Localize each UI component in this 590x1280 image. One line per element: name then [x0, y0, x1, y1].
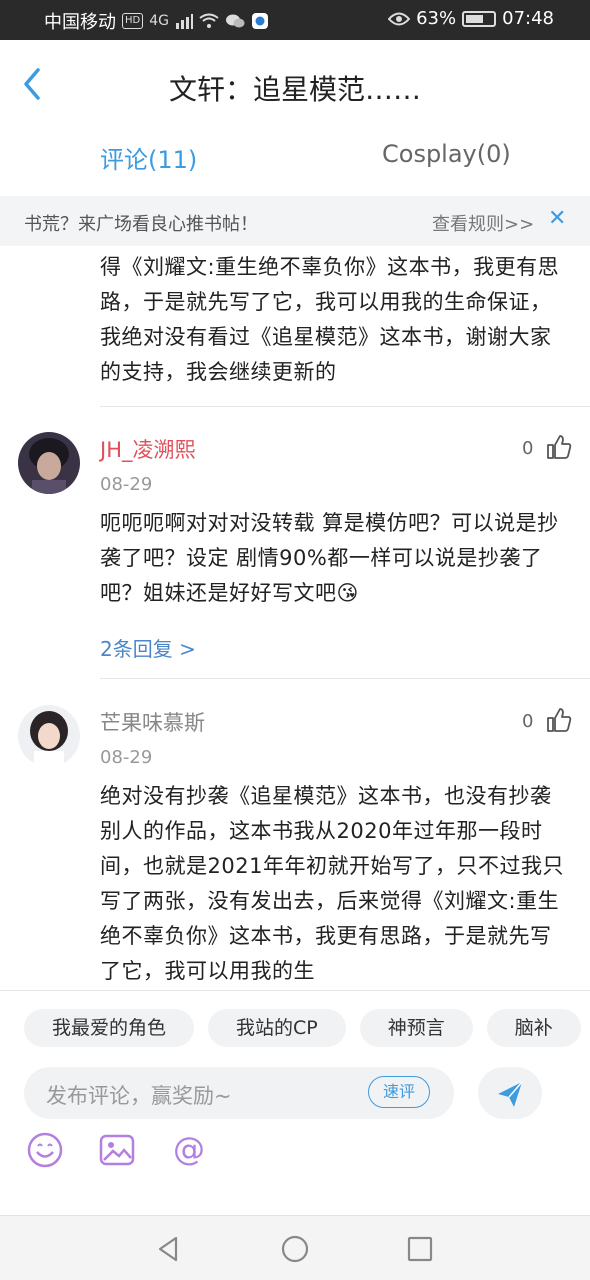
comment-feed[interactable]: 得《刘耀文:重生绝不辜负你》这本书，我更有思路，于是就先写了它，我可以用我的生命…: [0, 246, 590, 990]
topic-chip[interactable]: 神预言: [359, 1009, 473, 1047]
comment-date: 08-29: [100, 474, 153, 495]
app-icon: [252, 13, 268, 29]
close-icon[interactable]: ✕: [548, 206, 566, 231]
mention-icon[interactable]: @: [170, 1131, 208, 1169]
divider: [100, 406, 590, 407]
image-icon[interactable]: [98, 1131, 136, 1169]
comment-date: 08-29: [100, 747, 153, 768]
tab-cosplay[interactable]: Cosplay(0): [382, 140, 511, 168]
notice-banner: 书荒？来广场看良心推书帖！ 查看规则>> ✕: [0, 196, 590, 246]
status-bar: 中国移动 HD 4G 63% 07:48: [0, 0, 590, 40]
battery-percent: 63%: [416, 8, 457, 29]
avatar[interactable]: [18, 705, 80, 767]
thumbs-up-icon[interactable]: [546, 707, 572, 733]
comment-text: 绝对没有抄袭《追星模范》这本书，也没有抄袭别人的作品，这本书我从2020年过年那…: [100, 784, 564, 983]
nav-back-icon[interactable]: [154, 1234, 184, 1264]
comment-username[interactable]: 芒果味慕斯: [100, 707, 205, 737]
clock: 07:48: [502, 8, 554, 29]
view-rules-link[interactable]: 查看规则>>: [432, 210, 534, 236]
compose-toolbar: @: [26, 1131, 208, 1169]
topic-chip-row[interactable]: 我最爱的角色 我站的CP 神预言 脑补: [24, 1009, 590, 1049]
like-count: 0: [522, 711, 534, 732]
send-icon: [498, 1081, 523, 1107]
signal-icon: [176, 14, 193, 29]
tab-comments[interactable]: 评论(11): [100, 140, 197, 175]
emoji-icon[interactable]: [26, 1131, 64, 1169]
wifi-icon: [199, 13, 219, 28]
comment-input[interactable]: 发布评论，赢奖励~ 速评: [24, 1067, 454, 1119]
tab-bar: 评论(11) Cosplay(0): [0, 130, 590, 196]
comment-text-continued: 得《刘耀文:重生绝不辜负你》这本书，我更有思路，于是就先写了它，我可以用我的生命…: [100, 255, 560, 384]
comment-input-placeholder: 发布评论，赢奖励~: [46, 1084, 232, 1108]
notice-text[interactable]: 书荒？来广场看良心推书帖！: [24, 210, 258, 236]
system-nav-bar: [0, 1215, 590, 1280]
svg-text:@: @: [173, 1131, 205, 1168]
thumbs-up-icon[interactable]: [546, 434, 572, 460]
view-replies-link[interactable]: 2条回复 >: [100, 633, 196, 662]
hd-icon: HD: [122, 13, 144, 29]
quick-comment-button[interactable]: 速评: [368, 1076, 431, 1108]
eye-icon: [388, 12, 411, 25]
back-chevron-icon[interactable]: [18, 66, 48, 102]
carrier-name: 中国移动: [44, 12, 116, 33]
like-count: 0: [522, 438, 534, 459]
wechat-icon: [226, 14, 245, 28]
nav-recents-icon[interactable]: [405, 1234, 435, 1264]
avatar[interactable]: [18, 432, 80, 494]
page-title: 文轩：追星模范……: [168, 73, 421, 106]
network-type: 4G: [149, 13, 169, 29]
battery-icon: [462, 10, 497, 27]
top-app-bar: 文轩：追星模范……: [0, 40, 590, 130]
topic-chip[interactable]: 我站的CP: [208, 1009, 346, 1047]
comment-text: 呃呃呃啊对对对没转载 算是模仿吧？可以说是抄袭了吧？设定 剧情90%都一样可以说…: [100, 511, 559, 605]
comment-username[interactable]: JH_凌溯熙: [100, 434, 195, 464]
topic-chip[interactable]: 脑补: [486, 1009, 581, 1047]
comment-compose-panel: 我最爱的角色 我站的CP 神预言 脑补 发布评论，赢奖励~ 速评 @: [0, 990, 590, 1215]
divider: [100, 678, 590, 679]
send-button[interactable]: [478, 1067, 542, 1119]
topic-chip[interactable]: 我最爱的角色: [24, 1009, 195, 1047]
nav-home-icon[interactable]: [280, 1234, 310, 1264]
